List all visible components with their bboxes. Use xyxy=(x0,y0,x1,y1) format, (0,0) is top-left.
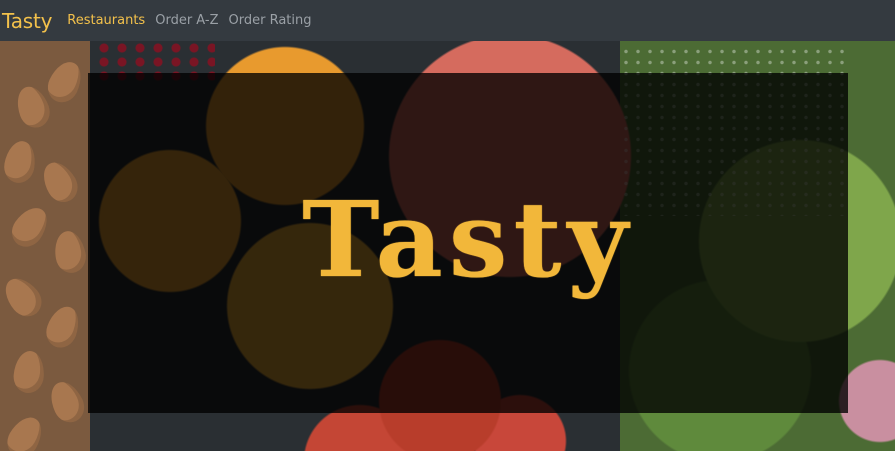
brand-logo-link[interactable]: Tasty xyxy=(2,9,52,33)
hero-banner: Tasty xyxy=(0,41,895,451)
hero-title-overlay: Tasty xyxy=(88,73,848,413)
almonds-decoration xyxy=(0,41,90,451)
hero-title: Tasty xyxy=(302,177,634,301)
navbar: Tasty Restaurants Order A-Z Order Rating xyxy=(0,0,895,41)
nav-link-order-a-z[interactable]: Order A-Z xyxy=(155,13,218,28)
nav-link-order-rating[interactable]: Order Rating xyxy=(229,13,312,28)
nav-link-restaurants[interactable]: Restaurants xyxy=(67,13,145,28)
